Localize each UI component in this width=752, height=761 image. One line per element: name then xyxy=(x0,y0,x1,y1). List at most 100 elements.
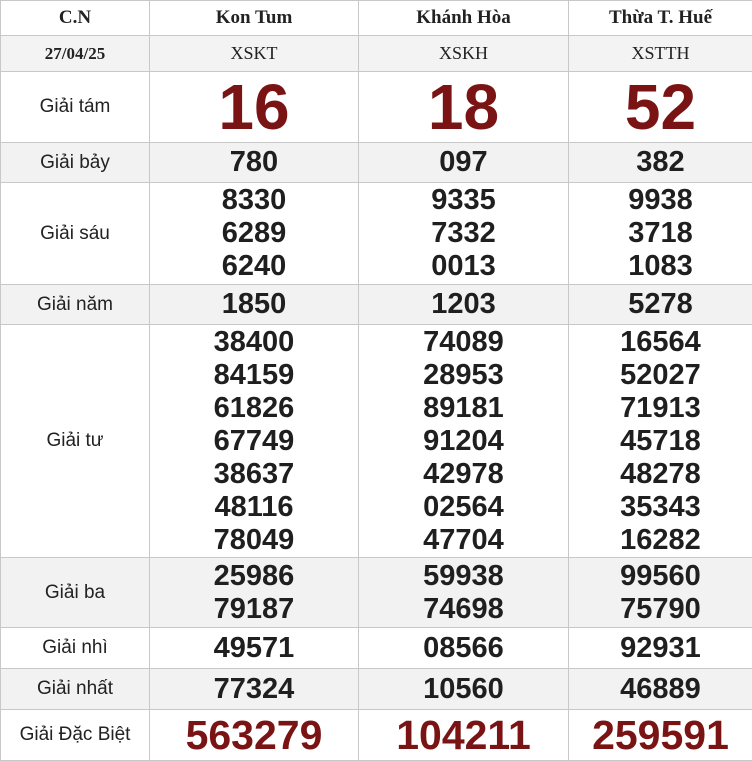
prize-number: 99560 xyxy=(569,560,752,593)
prize-label-g1: Giải nhất xyxy=(1,669,150,710)
prize-row-g8: Giải tám 16 18 52 xyxy=(1,72,752,143)
province-thua-thien-hue[interactable]: Thừa T. Huế xyxy=(569,1,752,36)
prize-number: 79187 xyxy=(150,593,358,626)
g8-cell: 52 xyxy=(569,72,752,143)
prize-label-g8: Giải tám xyxy=(1,72,150,143)
prize-number: 48116 xyxy=(150,491,358,524)
prize-number: 097 xyxy=(359,146,568,179)
date-code-row: 27/04/25 XSKT XSKH XSTTH xyxy=(1,36,752,72)
prize-number: 18 xyxy=(359,73,568,141)
province-kon-tum[interactable]: Kon Tum xyxy=(150,1,359,36)
prize-row-g6: Giải sáu 8330 6289 6240 9335 7332 0013 9… xyxy=(1,183,752,285)
prize-row-g4: Giải tư 38400 84159 61826 67749 38637 48… xyxy=(1,325,752,558)
prize-number: 9938 xyxy=(569,184,752,217)
prize-number: 92931 xyxy=(569,632,752,665)
g5-cell: 1850 xyxy=(150,285,359,325)
prize-number: 52 xyxy=(569,73,752,141)
prize-number: 38400 xyxy=(150,326,358,359)
special-prize-number: 259591 xyxy=(569,712,752,758)
prize-number: 6289 xyxy=(150,217,358,250)
prize-number: 74089 xyxy=(359,326,568,359)
day-label: C.N xyxy=(1,1,150,36)
g5-cell: 1203 xyxy=(359,285,569,325)
prize-number: 25986 xyxy=(150,560,358,593)
prize-row-g5: Giải năm 1850 1203 5278 xyxy=(1,285,752,325)
prize-number: 9335 xyxy=(359,184,568,217)
prize-number: 7332 xyxy=(359,217,568,250)
prize-number: 1850 xyxy=(150,288,358,321)
g7-cell: 780 xyxy=(150,143,359,183)
prize-number: 35343 xyxy=(569,491,752,524)
g3-cell: 99560 75790 xyxy=(569,558,752,628)
g6-cell: 8330 6289 6240 xyxy=(150,183,359,285)
special-prize-number: 104211 xyxy=(359,712,568,758)
prize-number: 77324 xyxy=(150,673,358,706)
prize-number: 38637 xyxy=(150,458,358,491)
draw-date: 27/04/25 xyxy=(1,36,150,72)
prize-number: 46889 xyxy=(569,673,752,706)
prize-row-g3: Giải ba 25986 79187 59938 74698 99560 75… xyxy=(1,558,752,628)
prize-number: 49571 xyxy=(150,632,358,665)
prize-row-g2: Giải nhì 49571 08566 92931 xyxy=(1,628,752,669)
prize-label-g4: Giải tư xyxy=(1,325,150,558)
prize-number: 382 xyxy=(569,146,752,179)
prize-number: 67749 xyxy=(150,425,358,458)
prize-number: 6240 xyxy=(150,250,358,283)
g7-cell: 382 xyxy=(569,143,752,183)
g3-cell: 25986 79187 xyxy=(150,558,359,628)
g3-cell: 59938 74698 xyxy=(359,558,569,628)
prize-number: 1083 xyxy=(569,250,752,283)
prize-number: 0013 xyxy=(359,250,568,283)
prize-label-g3: Giải ba xyxy=(1,558,150,628)
prize-row-g1: Giải nhất 77324 10560 46889 xyxy=(1,669,752,710)
prize-number: 47704 xyxy=(359,524,568,557)
prize-number: 28953 xyxy=(359,359,568,392)
prize-number: 02564 xyxy=(359,491,568,524)
lottery-results-table: C.N Kon Tum Khánh Hòa Thừa T. Huế 27/04/… xyxy=(0,0,752,761)
prize-number: 16564 xyxy=(569,326,752,359)
special-prize-number: 563279 xyxy=(150,712,358,758)
prize-number: 52027 xyxy=(569,359,752,392)
g6-cell: 9938 3718 1083 xyxy=(569,183,752,285)
prize-number: 8330 xyxy=(150,184,358,217)
g4-cell: 16564 52027 71913 45718 48278 35343 1628… xyxy=(569,325,752,558)
prize-label-g5: Giải năm xyxy=(1,285,150,325)
prize-number: 16 xyxy=(150,73,358,141)
g1-cell: 46889 xyxy=(569,669,752,710)
g1-cell: 77324 xyxy=(150,669,359,710)
prize-number: 1203 xyxy=(359,288,568,321)
prize-label-g2: Giải nhì xyxy=(1,628,150,669)
prize-number: 61826 xyxy=(150,392,358,425)
g2-cell: 49571 xyxy=(150,628,359,669)
prize-number: 59938 xyxy=(359,560,568,593)
prize-number: 08566 xyxy=(359,632,568,665)
lottery-code-xskh: XSKH xyxy=(359,36,569,72)
prize-number: 5278 xyxy=(569,288,752,321)
prize-number: 74698 xyxy=(359,593,568,626)
g6-cell: 9335 7332 0013 xyxy=(359,183,569,285)
g1-cell: 10560 xyxy=(359,669,569,710)
province-khanh-hoa[interactable]: Khánh Hòa xyxy=(359,1,569,36)
g5-cell: 5278 xyxy=(569,285,752,325)
g4-cell: 38400 84159 61826 67749 38637 48116 7804… xyxy=(150,325,359,558)
prize-number: 45718 xyxy=(569,425,752,458)
prize-number: 42978 xyxy=(359,458,568,491)
g7-cell: 097 xyxy=(359,143,569,183)
prize-number: 78049 xyxy=(150,524,358,557)
prize-label-g7: Giải bảy xyxy=(1,143,150,183)
prize-number: 91204 xyxy=(359,425,568,458)
g8-cell: 16 xyxy=(150,72,359,143)
prize-number: 84159 xyxy=(150,359,358,392)
prize-label-g6: Giải sáu xyxy=(1,183,150,285)
prize-number: 16282 xyxy=(569,524,752,557)
prize-number: 71913 xyxy=(569,392,752,425)
g4-cell: 74089 28953 89181 91204 42978 02564 4770… xyxy=(359,325,569,558)
lottery-code-xskt: XSKT xyxy=(150,36,359,72)
header-row: C.N Kon Tum Khánh Hòa Thừa T. Huế xyxy=(1,1,752,36)
prize-number: 75790 xyxy=(569,593,752,626)
lottery-code-xstth: XSTTH xyxy=(569,36,752,72)
prize-row-g7: Giải bảy 780 097 382 xyxy=(1,143,752,183)
prize-number: 780 xyxy=(150,146,358,179)
g2-cell: 08566 xyxy=(359,628,569,669)
g2-cell: 92931 xyxy=(569,628,752,669)
